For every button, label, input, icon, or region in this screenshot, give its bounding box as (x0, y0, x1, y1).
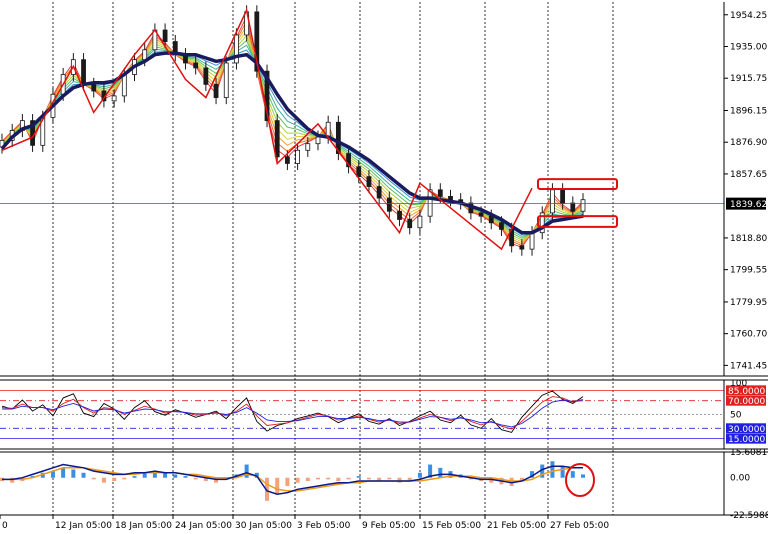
osc-level-label: 30.0000 (728, 425, 765, 435)
macd-histogram-bar (438, 467, 443, 478)
trading-chart[interactable]: 1839.62 85.000070.000030.000015.0000 0 12… (0, 0, 768, 534)
osc-level-label: 50 (730, 411, 742, 421)
candle-body (376, 186, 382, 199)
candle-body (295, 149, 300, 164)
x-tick-label: 24 Jan 05:00 (175, 521, 232, 531)
osc-level-label: 70.0000 (728, 397, 765, 407)
candle-body (305, 143, 311, 151)
y-tick-label: 1818.80 (730, 234, 767, 244)
candle-body (91, 83, 97, 92)
x-tick-label: 12 Jan 05:00 (55, 521, 112, 531)
x-tick-label: 15 Feb 05:00 (422, 521, 481, 531)
candle-body (560, 189, 566, 204)
y-tick-label: 1954.25 (730, 11, 767, 21)
y-tick-label: 1741.45 (730, 361, 767, 371)
macd-y-label: 15.6081 (730, 448, 767, 458)
candle-body (274, 120, 280, 158)
current-price-label: 1839.62 (730, 200, 767, 210)
macd-y-label: 0.00 (730, 474, 750, 484)
candle-body (529, 232, 535, 250)
macd-histogram-bar (91, 477, 96, 480)
y-tick-label: 1896.15 (730, 106, 767, 116)
candle-body (234, 34, 239, 64)
y-tick-label: 1876.90 (730, 138, 767, 148)
candle-body (121, 74, 127, 97)
candle-body (478, 212, 484, 217)
candle-body (285, 156, 290, 164)
macd-histogram-bar (356, 476, 361, 478)
macd-histogram-bar (550, 461, 555, 478)
y-tick-label: 1915.75 (730, 74, 767, 84)
macd-histogram-bar (315, 477, 320, 480)
macd-histogram-bar (61, 467, 66, 478)
macd-histogram-bar (183, 476, 188, 478)
candle-body (386, 197, 392, 212)
macd-histogram-bar (305, 477, 310, 482)
candle-body (203, 67, 209, 85)
candle-body (407, 219, 413, 229)
candle-body (397, 210, 402, 220)
macd-histogram-bar (346, 477, 351, 480)
macd-histogram-bar (275, 477, 280, 495)
macd-histogram-bar (101, 477, 106, 483)
macd-histogram-bar (581, 474, 585, 478)
macd-histogram-bar (173, 474, 178, 478)
y-tick-label: 1935.00 (730, 42, 767, 52)
osc-top-label: 100 (730, 379, 747, 389)
candle-body (193, 62, 199, 69)
x-tick-label: 0 (2, 521, 8, 531)
candle-body (448, 196, 453, 201)
macd-histogram-bar (132, 476, 137, 478)
candle-body (550, 189, 555, 214)
x-tick-label: 18 Jan 05:00 (115, 521, 172, 531)
macd-histogram-bar (285, 477, 290, 486)
candle-body (417, 215, 423, 229)
candle-body (142, 49, 148, 61)
macd-histogram-bar (366, 477, 371, 480)
macd-histogram-bar (417, 472, 422, 478)
x-tick-label: 27 Feb 05:00 (550, 521, 609, 531)
candle-body (580, 199, 586, 212)
macd-histogram-bar (560, 466, 565, 478)
macd-histogram-bar (122, 477, 127, 480)
y-tick-label: 1857.65 (730, 170, 767, 180)
candle-body (315, 136, 321, 145)
candle-body (366, 176, 372, 187)
macd-y-label: -22.5988 (730, 511, 768, 521)
candle-body (499, 222, 504, 230)
candle-body (223, 62, 229, 98)
x-tick-label: 21 Feb 05:00 (487, 521, 546, 531)
x-tick-label: 30 Jan 05:00 (235, 521, 292, 531)
macd-histogram-bar (387, 477, 392, 480)
macd-histogram-bar (295, 477, 300, 483)
y-tick-label: 1799.55 (730, 266, 767, 276)
candle-body (356, 166, 362, 178)
macd-histogram-bar (244, 464, 249, 478)
candle-body (111, 95, 117, 102)
x-tick-label: 3 Feb 05:00 (297, 521, 351, 531)
candle-body (437, 189, 443, 197)
x-tick-label: 9 Feb 05:00 (362, 521, 416, 531)
candle-body (570, 202, 576, 212)
candle-body (519, 245, 525, 250)
candle-body (488, 215, 494, 224)
osc-level-label: 15.0000 (728, 435, 765, 445)
macd-histogram-bar (397, 477, 402, 483)
candle-body (81, 59, 86, 85)
y-tick-label: 1779.95 (730, 298, 767, 308)
macd-histogram-bar (570, 471, 575, 478)
candle-body (213, 83, 219, 98)
macd-histogram-bar (326, 477, 331, 480)
candle-body (427, 189, 433, 217)
macd-histogram-bar (71, 469, 76, 478)
macd-histogram-bar (336, 477, 341, 482)
candle-body (162, 29, 168, 42)
macd-histogram-bar (81, 472, 86, 478)
y-tick-label: 1760.70 (730, 330, 767, 340)
macd-histogram-bar (193, 477, 198, 480)
macd-histogram-bar (112, 477, 117, 482)
